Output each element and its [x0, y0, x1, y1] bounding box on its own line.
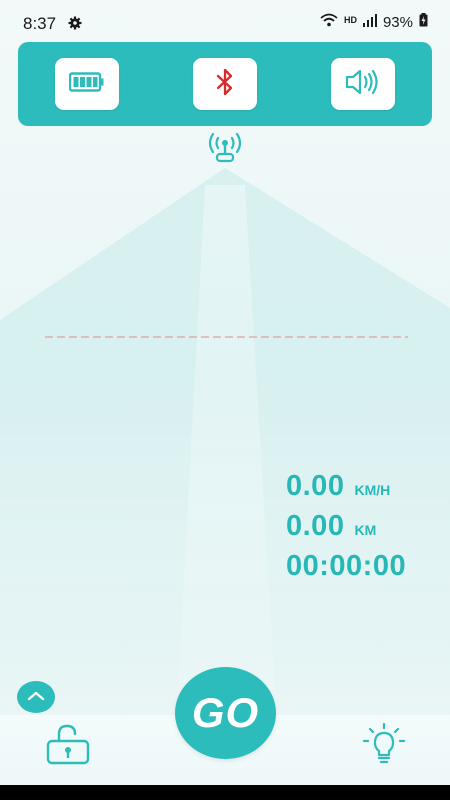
- status-time: 8:37: [23, 14, 57, 33]
- signal-icon: [362, 13, 377, 31]
- speaker-icon: [344, 67, 382, 102]
- light-button[interactable]: [358, 722, 410, 772]
- status-bar: 8:37 HD 93%: [0, 0, 450, 44]
- system-nav-strip: [0, 785, 450, 800]
- lock-button[interactable]: [45, 723, 91, 770]
- elapsed-time: 00:00:00: [286, 550, 407, 582]
- battery-percent: 93%: [382, 13, 413, 31]
- battery-icon: [68, 71, 105, 97]
- sound-button[interactable]: [331, 58, 395, 110]
- distance-unit: KM: [354, 522, 377, 538]
- chevron-up-icon: [27, 688, 45, 706]
- wifi-icon: [320, 13, 338, 31]
- speed-row: 0.00 KM/H: [286, 470, 406, 510]
- ride-stats: 0.00 KM/H 0.00 KM 00:00:00: [286, 470, 406, 590]
- distance-row: 0.00 KM: [286, 510, 406, 550]
- top-control-panel: [18, 42, 432, 126]
- go-button[interactable]: GO: [175, 667, 276, 759]
- battery-button[interactable]: [55, 58, 119, 110]
- unlock-icon: [45, 724, 91, 769]
- bluetooth-button[interactable]: [193, 58, 257, 110]
- speed-value: 0.00: [286, 470, 345, 502]
- speed-unit: KM/H: [354, 482, 391, 498]
- battery-charging-icon: [419, 13, 428, 31]
- gear-icon: [68, 16, 82, 35]
- go-label: GO: [191, 689, 260, 736]
- collapse-button[interactable]: [17, 681, 55, 713]
- time-row: 00:00:00: [286, 550, 406, 590]
- distance-value: 0.00: [286, 510, 345, 542]
- radar-beam-area: [0, 168, 450, 690]
- network-type-label: HD: [343, 15, 357, 25]
- bluetooth-icon: [215, 67, 235, 102]
- light-bulb-icon: [358, 722, 410, 771]
